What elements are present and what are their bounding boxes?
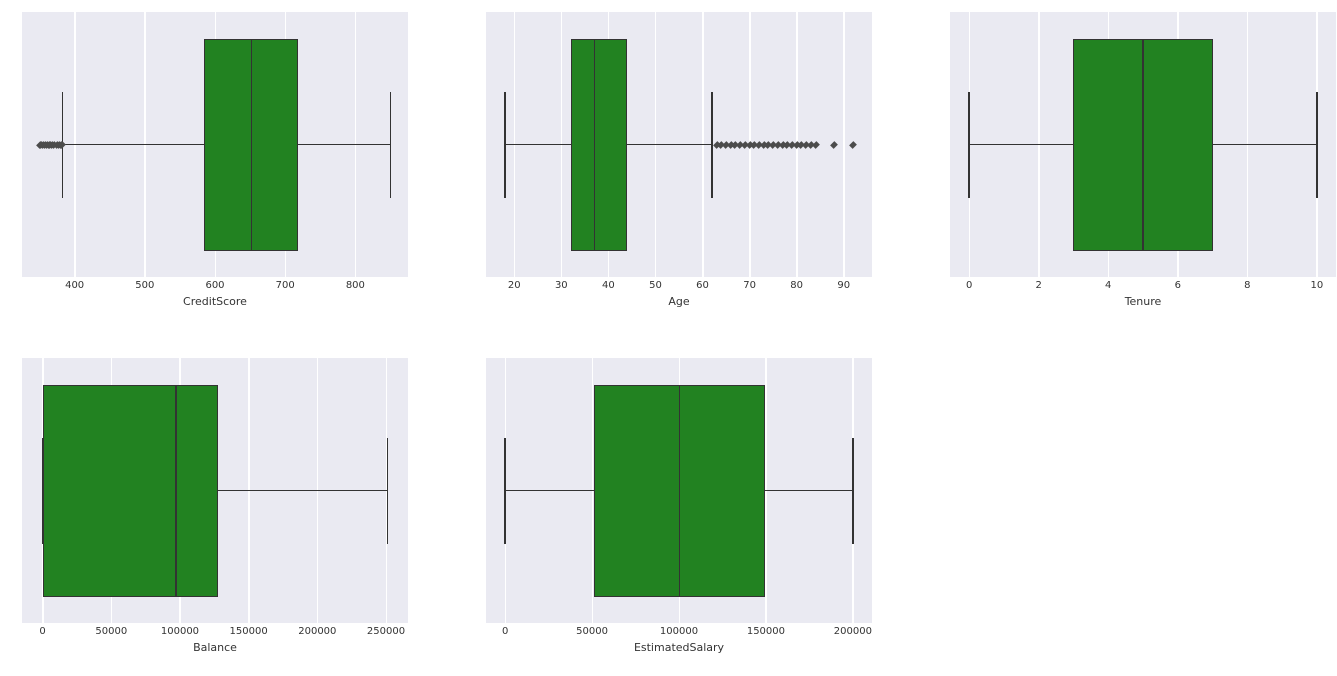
axes	[486, 12, 872, 277]
outlier	[830, 141, 838, 149]
tick-label: 700	[276, 280, 295, 291]
outlier	[849, 141, 857, 149]
x-axis-label: Age	[486, 295, 872, 308]
x-axis-label: CreditScore	[22, 295, 408, 308]
tick-label: 150000	[230, 626, 268, 637]
axes	[22, 12, 408, 277]
tick-label: 200000	[298, 626, 336, 637]
whisker-high	[627, 144, 712, 146]
tick-label: 2	[1035, 280, 1041, 291]
tick-label: 60	[696, 280, 709, 291]
tick-label: 50	[649, 280, 662, 291]
tick-label: 100000	[161, 626, 199, 637]
median-line	[594, 39, 596, 251]
subplot-estimatedsalary: 050000100000150000200000EstimatedSalary	[486, 358, 872, 623]
tick-label: 90	[837, 280, 850, 291]
subplot-balance: 050000100000150000200000250000Balance	[22, 358, 408, 623]
cap-high	[387, 438, 389, 544]
tick-label: 500	[135, 280, 154, 291]
subplot-tenure: 0246810Tenure	[950, 12, 1336, 277]
iqr-box	[571, 39, 627, 251]
whisker-high	[765, 490, 853, 492]
tick-label: 40	[602, 280, 615, 291]
tick-label: 250000	[367, 626, 405, 637]
tick-label: 0	[39, 626, 45, 637]
iqr-box	[43, 385, 218, 597]
axes	[950, 12, 1336, 277]
tick-label: 100000	[660, 626, 698, 637]
axes	[486, 358, 872, 623]
cap-high	[852, 438, 854, 544]
tick-label: 80	[790, 280, 803, 291]
median-line	[175, 385, 177, 597]
figure: 400500600700800CreditScore20304050607080…	[0, 0, 1337, 676]
cap-high	[390, 92, 392, 198]
axes	[22, 358, 408, 623]
whisker-low	[505, 144, 571, 146]
tick-label: 10	[1310, 280, 1323, 291]
cap-high	[1316, 92, 1318, 198]
tick-label: 6	[1175, 280, 1181, 291]
median-line	[251, 39, 253, 251]
tick-label: 4	[1105, 280, 1111, 291]
cap-low	[968, 92, 970, 198]
tick-label: 200000	[834, 626, 872, 637]
tick-label: 150000	[747, 626, 785, 637]
tick-label: 0	[966, 280, 972, 291]
x-axis-label: Tenure	[950, 295, 1336, 308]
gridline	[843, 12, 845, 277]
whisker-high	[298, 144, 391, 146]
tick-label: 50000	[576, 626, 608, 637]
tick-label: 30	[555, 280, 568, 291]
median-line	[679, 385, 681, 597]
tick-label: 50000	[95, 626, 127, 637]
tick-label: 400	[65, 280, 84, 291]
cap-low	[504, 92, 506, 198]
cap-low	[504, 438, 506, 544]
tick-label: 70	[743, 280, 756, 291]
whisker-high	[1213, 144, 1317, 146]
whisker-low	[969, 144, 1073, 146]
whisker-low	[63, 144, 204, 146]
whisker-low	[505, 490, 594, 492]
tick-label: 20	[508, 280, 521, 291]
tick-label: 800	[346, 280, 365, 291]
tick-label: 0	[502, 626, 508, 637]
tick-label: 8	[1244, 280, 1250, 291]
subplot-age: 2030405060708090Age	[486, 12, 872, 277]
x-axis-label: Balance	[22, 641, 408, 654]
whisker-high	[218, 490, 388, 492]
x-axis-label: EstimatedSalary	[486, 641, 872, 654]
subplot-creditscore: 400500600700800CreditScore	[22, 12, 408, 277]
median-line	[1142, 39, 1144, 251]
tick-label: 600	[205, 280, 224, 291]
